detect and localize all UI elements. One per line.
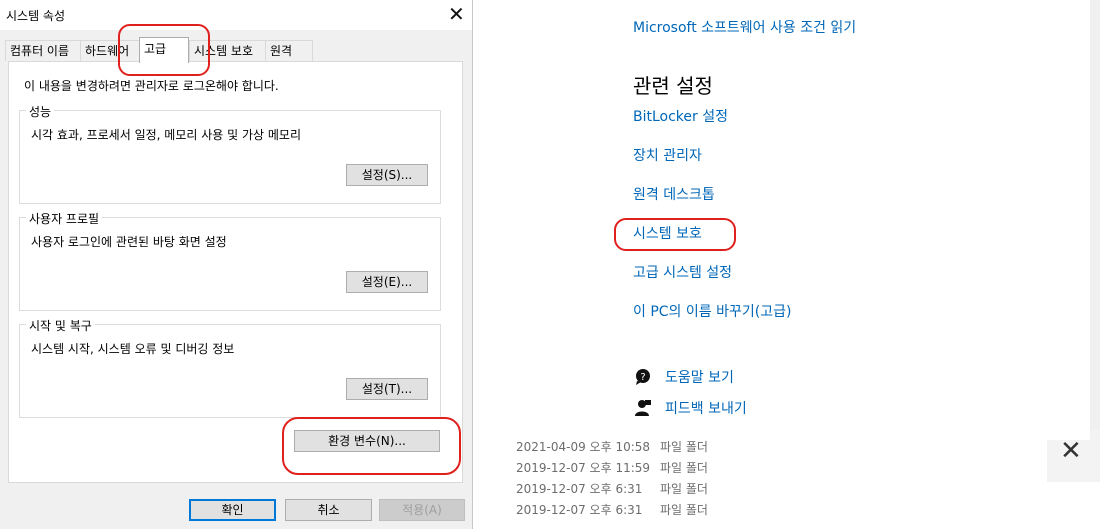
modified-date: 2019-12-07 오후 6:31: [516, 482, 643, 496]
bitlocker-link[interactable]: BitLocker 설정: [633, 106, 728, 126]
cancel-button[interactable]: 취소: [285, 499, 372, 521]
tab-advanced[interactable]: 고급: [139, 37, 189, 63]
admin-notice: 이 내용을 변경하려면 관리자로 로그온해야 합니다.: [24, 79, 279, 93]
modified-date: 2021-04-09 오후 10:58: [516, 440, 651, 454]
help-link[interactable]: 도움말 보기: [665, 367, 734, 387]
item-type: 파일 폴더: [660, 440, 708, 454]
rename-pc-link[interactable]: 이 PC의 이름 바꾸기(고급): [633, 301, 791, 321]
tab-computer-name[interactable]: 컴퓨터 이름: [5, 40, 85, 61]
system-protection-link[interactable]: 시스템 보호: [633, 223, 702, 243]
feedback-row[interactable]: 피드백 보내기: [633, 398, 747, 418]
svg-text:?: ?: [640, 372, 645, 383]
group-label: 사용자 프로필: [26, 210, 103, 227]
advanced-system-settings-link[interactable]: 고급 시스템 설정: [633, 262, 732, 282]
environment-variables-button[interactable]: 환경 변수(N)...: [294, 430, 440, 452]
group-label: 성능: [26, 103, 55, 120]
performance-group: 성능 시각 효과, 프로세서 일정, 메모리 사용 및 가상 메모리 설정(S)…: [19, 103, 441, 204]
tab-hardware[interactable]: 하드웨어: [80, 40, 142, 61]
tab-system-protection[interactable]: 시스템 보호: [189, 40, 269, 61]
close-icon[interactable]: ✕: [448, 2, 465, 26]
modified-date: 2019-12-07 오후 6:31: [516, 503, 643, 517]
ok-button[interactable]: 확인: [189, 499, 276, 521]
help-chat-icon: ?: [633, 367, 653, 387]
dialog-titlebar[interactable]: 시스템 속성 ✕: [0, 0, 472, 30]
terms-link[interactable]: Microsoft 소프트웨어 사용 조건 읽기: [633, 17, 856, 37]
item-type: 파일 폴더: [660, 482, 708, 496]
group-description: 시각 효과, 프로세서 일정, 메모리 사용 및 가상 메모리: [31, 128, 301, 142]
tab-remote[interactable]: 원격: [265, 40, 313, 61]
list-item[interactable]: 2021-04-09 오후 10:58 파일 폴더: [516, 437, 708, 457]
modified-date: 2019-12-07 오후 11:59: [516, 461, 651, 475]
group-label: 시작 및 복구: [26, 317, 95, 334]
about-settings-panel: Microsoft 소프트웨어 사용 조건 읽기 관련 설정 BitLocker…: [472, 0, 1090, 440]
dialog-title: 시스템 속성: [6, 9, 66, 23]
user-profiles-group: 사용자 프로필 사용자 로그인에 관련된 바탕 화면 설정 설정(E)...: [19, 210, 441, 311]
system-properties-dialog: 시스템 속성 ✕ 컴퓨터 이름 하드웨어 고급 시스템 보호 원격 이 내용을 …: [0, 0, 473, 529]
item-type: 파일 폴더: [660, 503, 708, 517]
startup-recovery-settings-button[interactable]: 설정(T)...: [346, 378, 428, 400]
list-item[interactable]: 2019-12-07 오후 6:31 파일 폴더: [516, 500, 708, 520]
group-description: 사용자 로그인에 관련된 바탕 화면 설정: [31, 235, 227, 249]
user-profiles-settings-button[interactable]: 설정(E)...: [346, 271, 428, 293]
performance-settings-button[interactable]: 설정(S)...: [346, 164, 428, 186]
related-settings-heading: 관련 설정: [633, 74, 713, 98]
list-item[interactable]: 2019-12-07 오후 11:59 파일 폴더: [516, 458, 708, 478]
remote-desktop-link[interactable]: 원격 데스크톱: [633, 184, 715, 204]
list-item[interactable]: 2019-12-07 오후 6:31 파일 폴더: [516, 479, 708, 499]
file-explorer-list: ✕ 2021-04-09 오후 10:58 파일 폴더 2019-12-07 오후…: [472, 430, 1100, 529]
device-manager-link[interactable]: 장치 관리자: [633, 145, 702, 165]
group-description: 시스템 시작, 시스템 오류 및 디버깅 정보: [31, 342, 235, 356]
item-type: 파일 폴더: [660, 461, 708, 475]
close-icon[interactable]: ✕: [1060, 438, 1082, 464]
feedback-person-icon: [633, 398, 653, 418]
apply-button[interactable]: 적용(A): [379, 499, 465, 521]
help-row[interactable]: ? 도움말 보기: [633, 367, 734, 387]
startup-recovery-group: 시작 및 복구 시스템 시작, 시스템 오류 및 디버깅 정보 설정(T)...: [19, 317, 441, 418]
feedback-link[interactable]: 피드백 보내기: [665, 398, 747, 418]
